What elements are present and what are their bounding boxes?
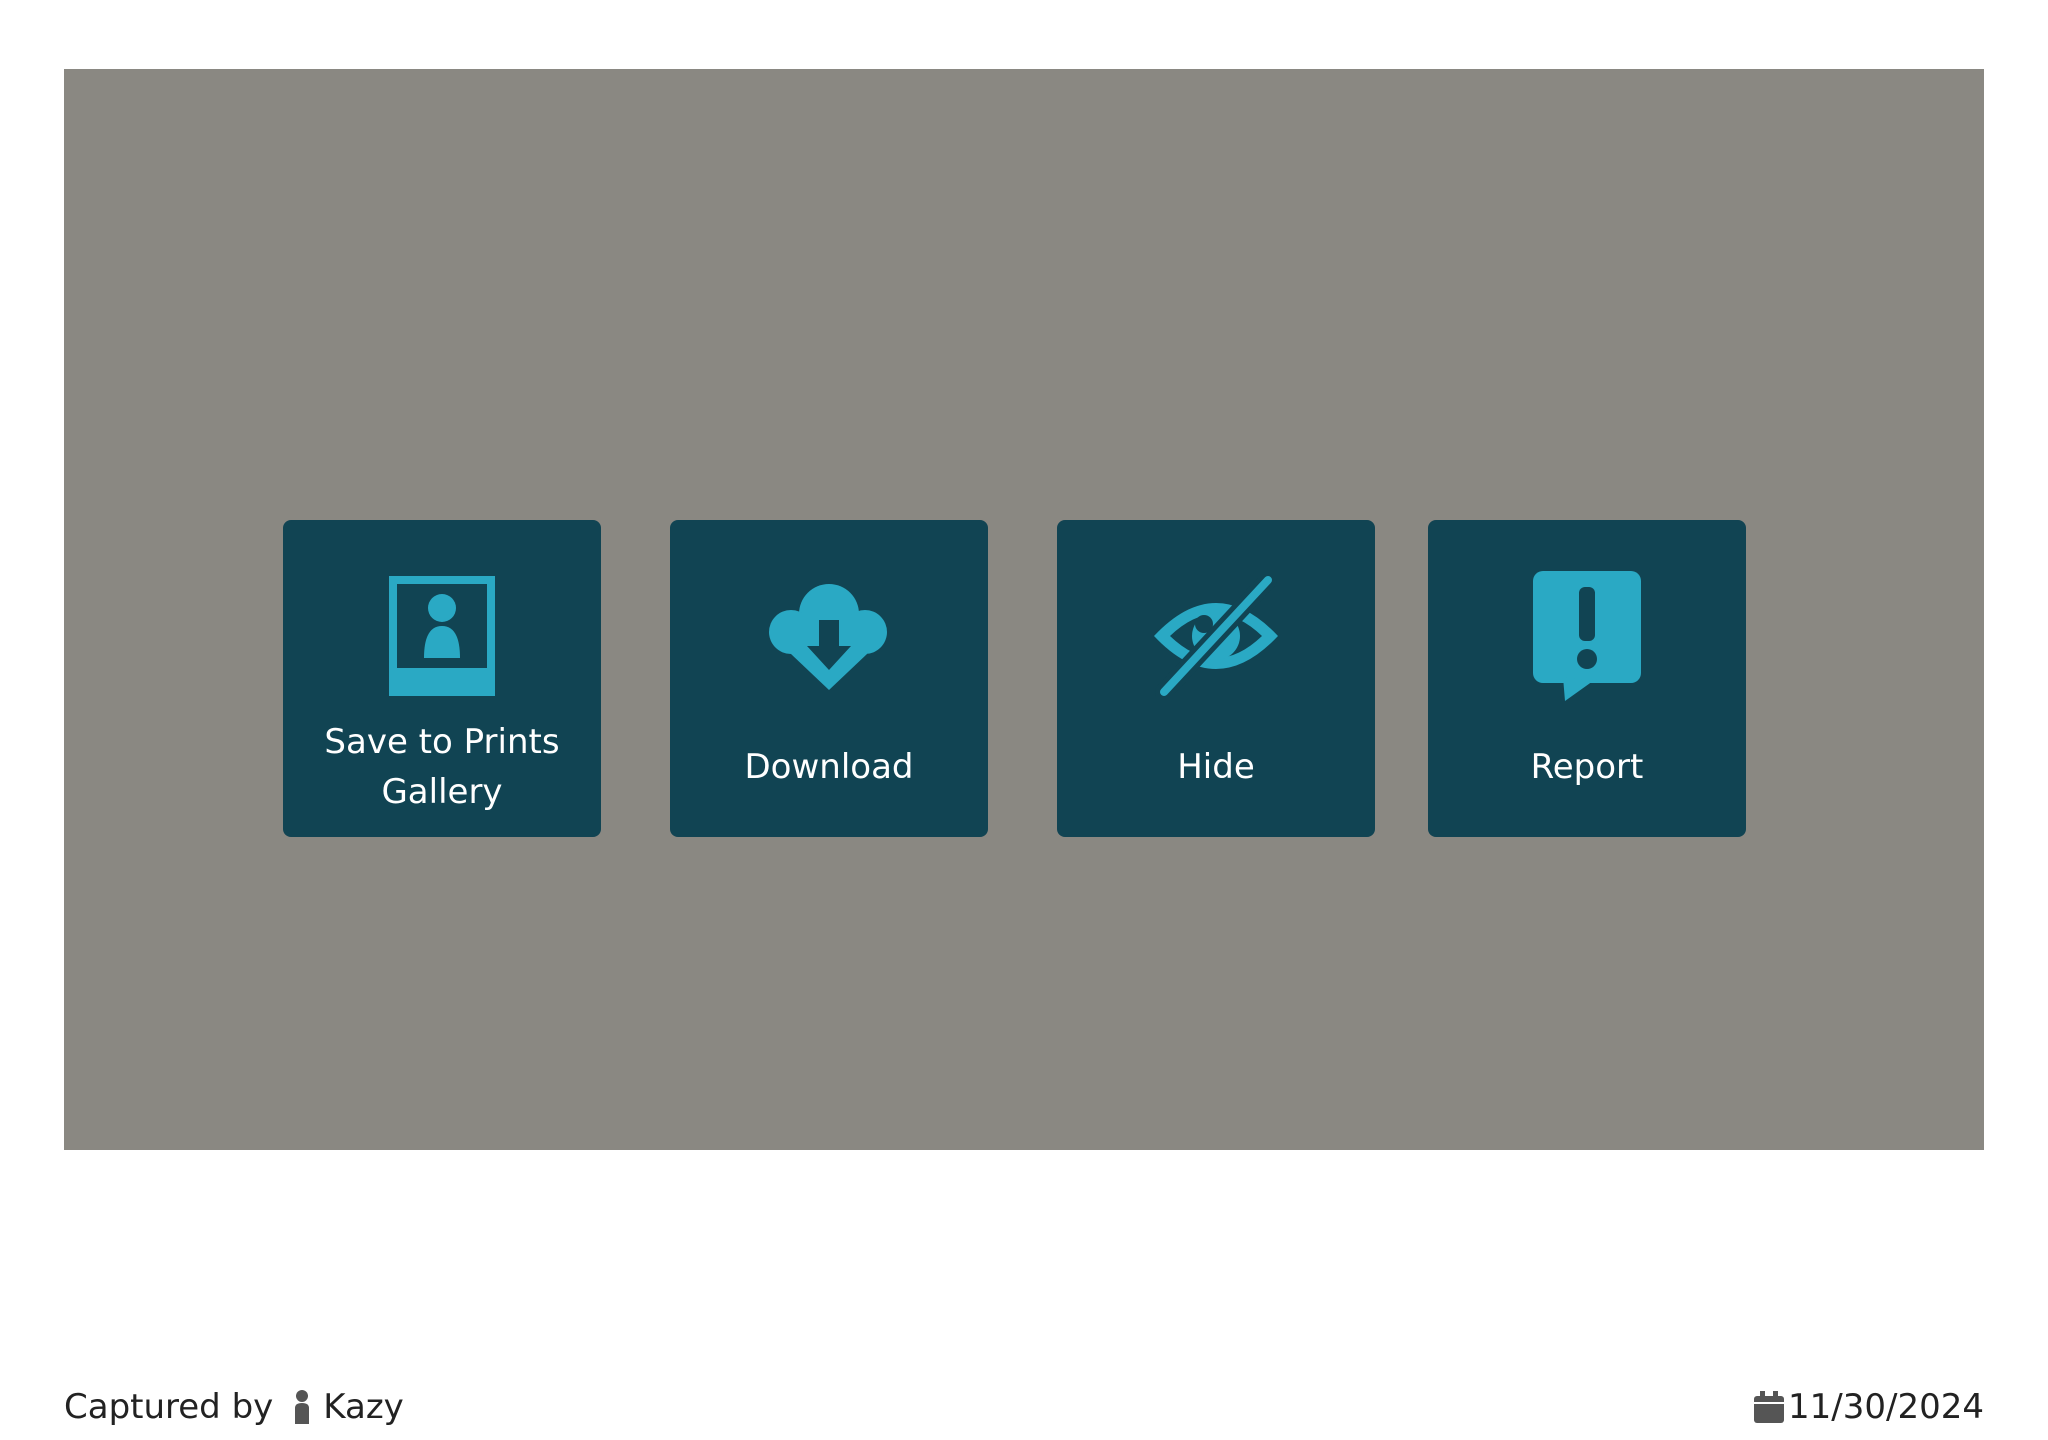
report-button[interactable]: Report	[1428, 520, 1746, 837]
save-to-prints-gallery-label: Save to Prints Gallery	[324, 722, 560, 812]
eye-slash-icon	[1057, 572, 1375, 700]
person-icon	[293, 1390, 311, 1424]
hide-label: Hide	[1177, 747, 1255, 787]
capture-date: 11/30/2024	[1754, 1382, 1984, 1432]
download-button[interactable]: Download	[670, 520, 988, 837]
captured-by-label: Captured by	[64, 1387, 274, 1427]
photo-overlay: Save to Prints Gallery Download Hide Rep…	[64, 69, 1984, 1150]
hide-button[interactable]: Hide	[1057, 520, 1375, 837]
capture-credit: Captured by Kazy	[64, 1382, 404, 1432]
report-alert-icon	[1428, 571, 1746, 701]
download-label: Download	[744, 747, 914, 787]
cloud-download-icon	[670, 572, 988, 700]
calendar-icon	[1754, 1391, 1785, 1423]
photo-print-icon	[283, 572, 601, 700]
save-to-prints-gallery-button[interactable]: Save to Prints Gallery	[283, 520, 601, 837]
author-link[interactable]: Kazy	[323, 1387, 404, 1427]
date-text: 11/30/2024	[1788, 1387, 1984, 1427]
report-label: Report	[1530, 747, 1644, 787]
